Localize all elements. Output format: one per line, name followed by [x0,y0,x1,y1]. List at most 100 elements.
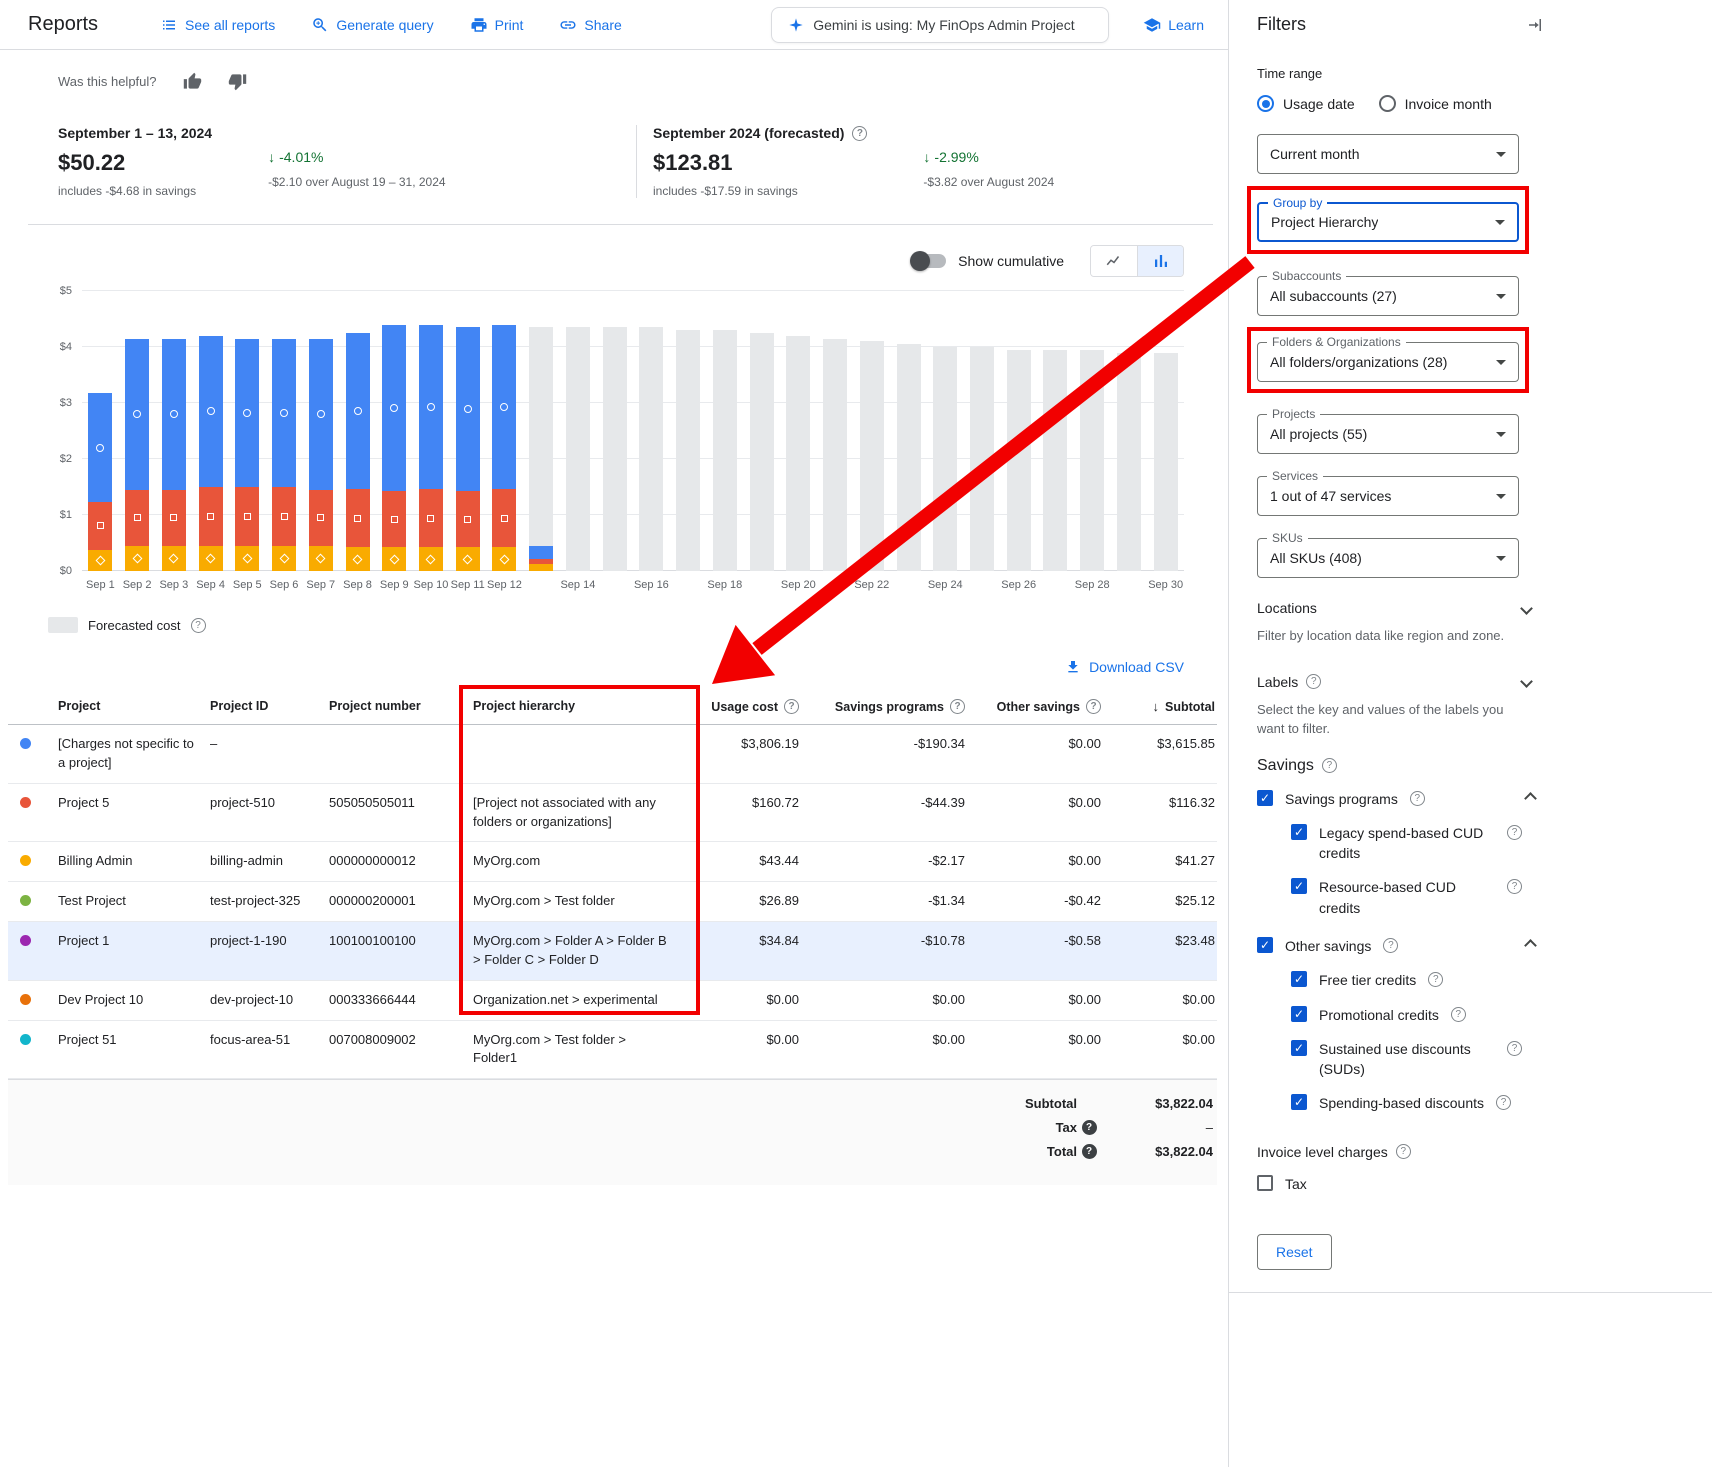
help-icon[interactable]: ? [950,699,965,714]
checkbox-savings-programs[interactable]: ✓ Savings programs ? [1257,789,1539,809]
chart-bar-slot[interactable] [1074,291,1111,571]
collapse-panel-button[interactable] [1526,16,1544,34]
table-row[interactable]: Test Project test-project-325 0000002000… [8,882,1217,922]
services-select[interactable]: Services 1 out of 47 services [1257,476,1519,516]
col-project[interactable]: Project [58,699,210,713]
chart-bar-slot[interactable] [853,291,890,571]
chart-bar-slot[interactable] [670,291,707,571]
table-row[interactable]: Project 51 focus-area-51 007008009002 My… [8,1021,1217,1080]
generate-query-link[interactable]: Generate query [311,16,433,34]
help-icon[interactable]: ? [1383,938,1398,953]
chart-bar-slot[interactable] [376,291,413,571]
help-icon[interactable]: ? [1496,1095,1511,1110]
learn-link[interactable]: Learn [1143,16,1204,34]
help-icon[interactable]: ? [1306,674,1321,689]
radio-usage-date[interactable]: Usage date [1257,95,1355,112]
locations-section-toggle[interactable]: Locations [1257,600,1535,616]
chart-bar-slot[interactable] [82,291,119,571]
print-link[interactable]: Print [470,16,524,34]
col-savings-programs[interactable]: Savings programs? [801,699,967,714]
col-project-number[interactable]: Project number [329,699,473,713]
help-icon[interactable]: ? [1082,1144,1097,1159]
checkbox-spending-based-discounts[interactable]: ✓ Spending-based discounts ? [1257,1093,1539,1113]
help-icon[interactable]: ? [1082,1120,1097,1135]
chart-bar-slot[interactable] [486,291,523,571]
table-row[interactable]: [Charges not specific to a project] – $3… [8,725,1217,784]
bar-chart-button[interactable] [1137,246,1183,276]
help-icon[interactable]: ? [1451,1007,1466,1022]
chevron-up-icon[interactable] [1524,939,1537,952]
col-project-hierarchy[interactable]: Project hierarchy [473,699,685,713]
chart-bar-slot[interactable] [1037,291,1074,571]
table-row[interactable]: Dev Project 10 dev-project-10 0003336664… [8,981,1217,1021]
chart-bar-slot[interactable] [302,291,339,571]
chart-bar-slot[interactable] [1000,291,1037,571]
chart-bar-slot[interactable] [119,291,156,571]
projects-select[interactable]: Projects All projects (55) [1257,414,1519,454]
checkbox-other-savings[interactable]: ✓ Other savings ? [1257,936,1539,956]
chart-bar-slot[interactable] [964,291,1001,571]
thumbs-down-button[interactable] [228,72,247,91]
chart-bar-slot[interactable] [743,291,780,571]
show-cumulative-toggle[interactable]: Show cumulative [912,253,1064,269]
help-icon[interactable]: ? [1507,825,1522,840]
help-icon[interactable]: ? [852,126,867,141]
chart-bar-slot[interactable] [413,291,450,571]
chevron-up-icon[interactable] [1524,792,1537,805]
reset-button[interactable]: Reset [1257,1234,1332,1270]
gemini-context-pill[interactable]: Gemini is using: My FinOps Admin Project [771,7,1109,43]
download-csv-button[interactable]: Download CSV [1065,659,1184,675]
help-icon[interactable]: ? [1428,972,1443,987]
group-by-select[interactable]: Group by Project Hierarchy [1257,202,1519,242]
radio-invoice-month[interactable]: Invoice month [1379,95,1492,112]
table-row-highlighted[interactable]: Project 1 project-1-190 100100100100 MyO… [8,922,1217,981]
chart-bar-slot[interactable] [706,291,743,571]
x-axis-tick [523,579,560,591]
col-project-id[interactable]: Project ID [210,699,329,713]
chart-bar-slot[interactable] [1111,291,1148,571]
help-icon[interactable]: ? [1410,791,1425,806]
chart-bar-slot[interactable] [596,291,633,571]
col-other-savings[interactable]: Other savings? [967,699,1103,714]
chart-bar-slot[interactable] [890,291,927,571]
share-link[interactable]: Share [559,16,621,34]
see-all-reports-link[interactable]: See all reports [160,16,275,34]
month-select[interactable]: Current month [1257,134,1519,174]
col-subtotal[interactable]: ↓Subtotal [1103,699,1217,714]
col-usage-cost[interactable]: Usage cost? [685,699,801,714]
help-icon[interactable]: ? [1507,1041,1522,1056]
table-row[interactable]: Project 5 project-510 505050505011 [Proj… [8,784,1217,843]
help-icon[interactable]: ? [191,618,206,633]
skus-select[interactable]: SKUs All SKUs (408) [1257,538,1519,578]
chart-bar-slot[interactable] [817,291,854,571]
help-icon[interactable]: ? [1322,758,1337,773]
checkbox-legacy-cud-credits[interactable]: ✓ Legacy spend-based CUD credits ? [1257,823,1539,864]
chart-bar-slot[interactable] [266,291,303,571]
checkbox-free-tier-credits[interactable]: ✓ Free tier credits ? [1257,970,1539,990]
chart-bar-slot[interactable] [560,291,597,571]
labels-section-toggle[interactable]: Labels ? [1257,674,1535,690]
table-row[interactable]: Billing Admin billing-admin 000000000012… [8,842,1217,882]
subaccounts-select[interactable]: Subaccounts All subaccounts (27) [1257,276,1519,316]
checkbox-promotional-credits[interactable]: ✓ Promotional credits ? [1257,1005,1539,1025]
checkbox-resource-cud-credits[interactable]: ✓ Resource-based CUD credits ? [1257,877,1539,918]
chart-bar-slot[interactable] [339,291,376,571]
help-icon[interactable]: ? [1507,879,1522,894]
chart-bar-slot[interactable] [523,291,560,571]
checkbox-tax[interactable]: Tax [1257,1174,1539,1194]
chart-bar-slot[interactable] [927,291,964,571]
help-icon[interactable]: ? [1086,699,1101,714]
help-icon[interactable]: ? [784,699,799,714]
chart-bar-slot[interactable] [155,291,192,571]
line-chart-button[interactable] [1091,246,1137,276]
chart-bar-slot[interactable] [1147,291,1184,571]
checkbox-sustained-use-discounts[interactable]: ✓ Sustained use discounts (SUDs) ? [1257,1039,1539,1080]
chart-bar-slot[interactable] [780,291,817,571]
help-icon[interactable]: ? [1396,1144,1411,1159]
chart-bar-slot[interactable] [633,291,670,571]
chart-bar-slot[interactable] [229,291,266,571]
chart-bar-slot[interactable] [449,291,486,571]
chart-bar-slot[interactable] [192,291,229,571]
thumbs-up-button[interactable] [183,72,202,91]
folders-organizations-select[interactable]: Folders & Organizations All folders/orga… [1257,342,1519,382]
